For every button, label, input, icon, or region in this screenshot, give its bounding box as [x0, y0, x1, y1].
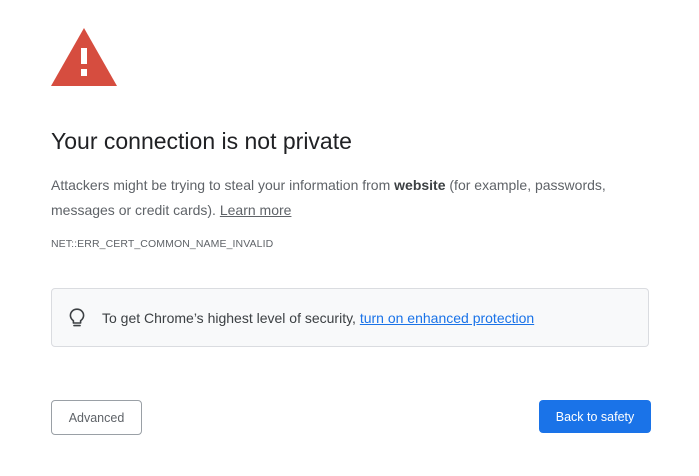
warning-triangle-icon: [51, 28, 117, 86]
enhanced-protection-banner: To get Chrome’s highest level of securit…: [51, 288, 649, 347]
enhanced-protection-text: To get Chrome’s highest level of securit…: [102, 310, 360, 326]
enhanced-protection-link[interactable]: turn on enhanced protection: [360, 310, 534, 326]
lightbulb-icon: [69, 308, 85, 327]
page-title: Your connection is not private: [51, 128, 352, 154]
back-to-safety-button[interactable]: Back to safety: [539, 400, 651, 433]
site-name: website: [394, 177, 446, 193]
error-description: Attackers might be trying to steal your …: [51, 173, 661, 223]
description-text-before: Attackers might be trying to steal your …: [51, 177, 395, 193]
learn-more-link[interactable]: Learn more: [220, 202, 292, 218]
error-code: NET::ERR_CERT_COMMON_NAME_INVALID: [51, 238, 274, 250]
enhanced-protection-message: To get Chrome’s highest level of securit…: [102, 310, 534, 326]
advanced-button[interactable]: Advanced: [51, 400, 142, 435]
